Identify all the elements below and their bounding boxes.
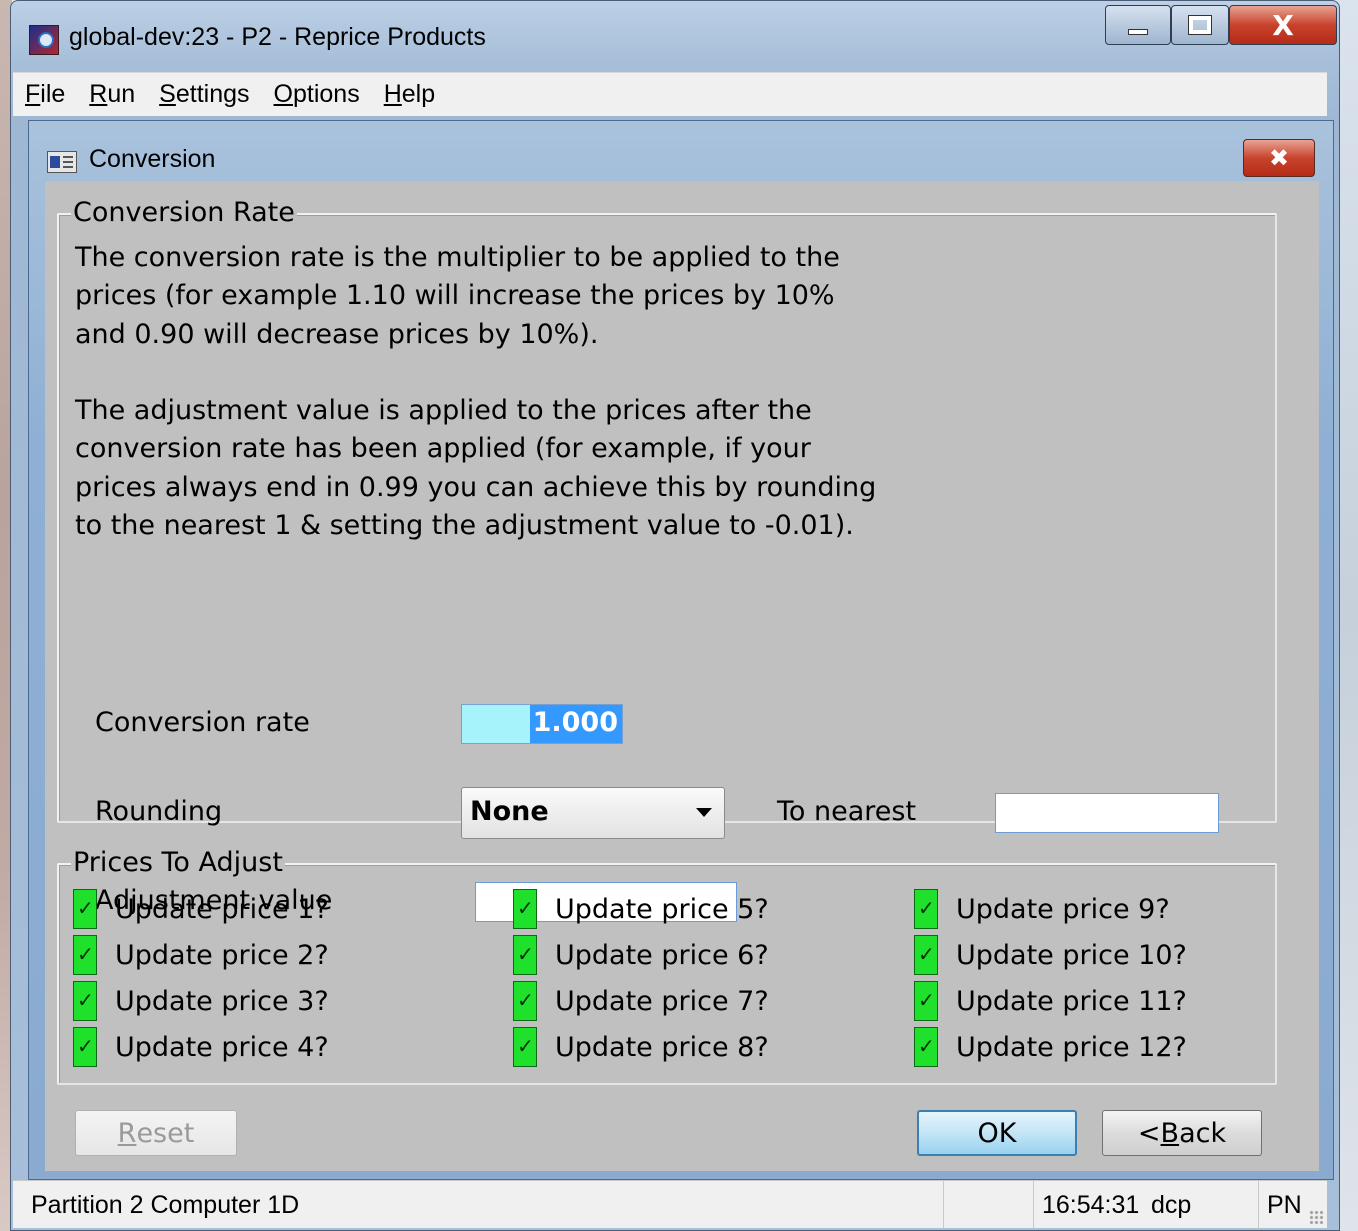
- update-price-8-checkbox[interactable]: Update price 8?: [513, 1027, 769, 1067]
- update-price-9-checkbox[interactable]: Update price 9?: [914, 889, 1170, 929]
- checkbox[interactable]: [513, 889, 537, 929]
- update-price-4-checkbox[interactable]: Update price 4?: [73, 1027, 329, 1067]
- checkbox[interactable]: [73, 935, 97, 975]
- checkbox[interactable]: [513, 981, 537, 1021]
- dialog-panel: Conversion Rate The conversion rate is t…: [45, 181, 1319, 1171]
- status-bar: Partition 2 Computer 1D 16:54:31 dcp PN: [13, 1180, 1327, 1229]
- update-price-3-checkbox[interactable]: Update price 3?: [73, 981, 329, 1021]
- conversion-rate-legend: Conversion Rate: [71, 197, 297, 229]
- update-price-10-checkbox[interactable]: Update price 10?: [914, 935, 1187, 975]
- chevron-down-icon: [696, 808, 712, 817]
- checkbox[interactable]: [513, 1027, 537, 1067]
- menu-options[interactable]: Options: [262, 80, 372, 109]
- menu-run[interactable]: Run: [77, 80, 147, 109]
- checkbox[interactable]: [73, 1027, 97, 1067]
- dialog-title: Conversion: [89, 145, 216, 173]
- status-partition: Partition 2 Computer 1D: [31, 1190, 300, 1219]
- menu-settings[interactable]: Settings: [147, 80, 261, 109]
- dialog-close-button[interactable]: ✖: [1243, 139, 1315, 177]
- to-nearest-input[interactable]: [995, 793, 1219, 833]
- prices-to-adjust-legend: Prices To Adjust: [71, 847, 285, 879]
- checkbox[interactable]: [914, 1027, 938, 1067]
- minimize-icon: [1128, 29, 1148, 35]
- reset-button[interactable]: Reset: [75, 1110, 237, 1156]
- menu-help[interactable]: Help: [372, 80, 447, 109]
- update-price-2-checkbox[interactable]: Update price 2?: [73, 935, 329, 975]
- maximize-icon: [1188, 15, 1212, 35]
- update-price-6-checkbox[interactable]: Update price 6?: [513, 935, 769, 975]
- conversion-rate-label: Conversion rate: [95, 707, 310, 738]
- menu-file[interactable]: File: [13, 80, 77, 109]
- adjustment-description: The adjustment value is applied to the p…: [75, 395, 877, 542]
- close-icon: ✖: [1268, 144, 1290, 172]
- checkbox[interactable]: [914, 935, 938, 975]
- rounding-label: Rounding: [95, 796, 223, 827]
- conversion-rate-input[interactable]: 1.000: [461, 704, 623, 744]
- minimize-button[interactable]: [1105, 5, 1171, 45]
- update-price-7-checkbox[interactable]: Update price 7?: [513, 981, 769, 1021]
- checkbox[interactable]: [914, 981, 938, 1021]
- status-empty-cell: [943, 1181, 1033, 1229]
- menu-bar: File Run Settings Options Help: [13, 72, 1327, 116]
- window-title: global-dev:23 - P2 - Reprice Products: [69, 23, 486, 51]
- status-extra: PN: [1258, 1181, 1302, 1229]
- update-price-1-checkbox[interactable]: Update price 1?: [73, 889, 329, 929]
- close-window-button[interactable]: X: [1229, 5, 1337, 45]
- checkbox[interactable]: [513, 935, 537, 975]
- checkbox[interactable]: [73, 889, 97, 929]
- app-icon[interactable]: [29, 25, 59, 55]
- checkbox[interactable]: [914, 889, 938, 929]
- status-time: 16:54:31: [1033, 1181, 1139, 1229]
- rounding-selected-value: None: [470, 796, 549, 827]
- close-icon: X: [1272, 8, 1294, 42]
- maximize-button[interactable]: [1171, 5, 1229, 45]
- update-price-5-checkbox[interactable]: Update price 5?: [513, 889, 769, 929]
- to-nearest-label: To nearest: [777, 796, 917, 827]
- update-price-11-checkbox[interactable]: Update price 11?: [914, 981, 1187, 1021]
- conversion-dialog: Conversion ✖ Conversion Rate The convers…: [28, 120, 1334, 1180]
- checkbox[interactable]: [73, 981, 97, 1021]
- status-user: dcp: [1151, 1190, 1192, 1219]
- ok-button[interactable]: OK: [917, 1110, 1077, 1156]
- rounding-select[interactable]: None: [461, 787, 725, 839]
- update-price-12-checkbox[interactable]: Update price 12?: [914, 1027, 1187, 1067]
- title-bar[interactable]: global-dev:23 - P2 - Reprice Products X: [11, 1, 1339, 71]
- dialog-icon: [47, 151, 77, 173]
- back-button[interactable]: < Back: [1102, 1110, 1262, 1156]
- resize-grip-icon[interactable]: [1309, 1210, 1323, 1224]
- conversion-rate-description: The conversion rate is the multiplier to…: [75, 242, 840, 350]
